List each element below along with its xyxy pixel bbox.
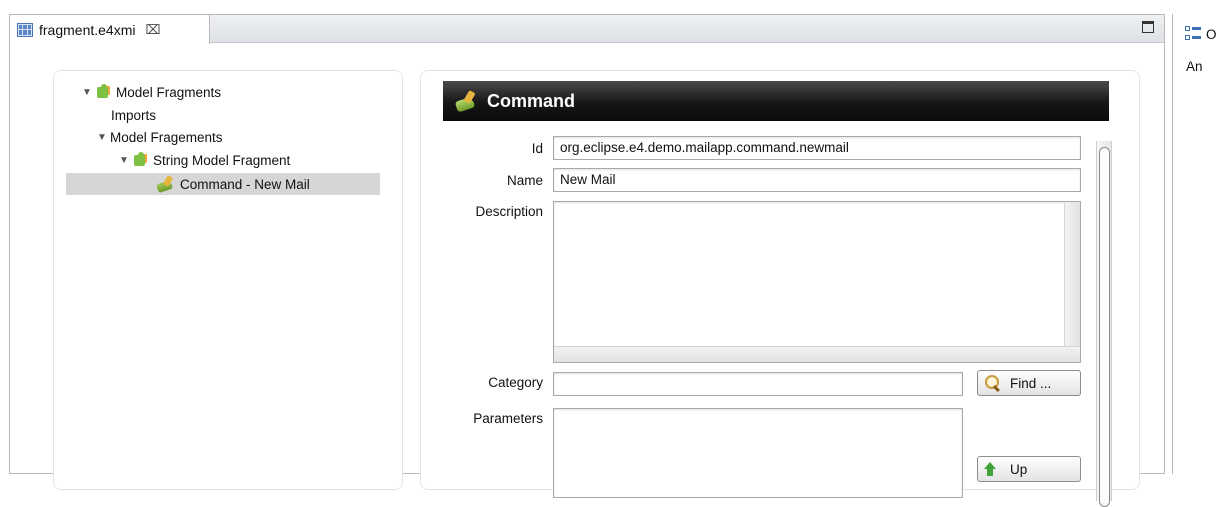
up-arrow-icon [984, 462, 996, 476]
find-button-label: Find ... [1010, 375, 1052, 391]
parameters-label: Parameters [473, 411, 543, 426]
close-tab-icon[interactable]: ⌧ [145, 22, 160, 38]
outline-view: O An [1172, 14, 1219, 474]
outline-message: An [1186, 59, 1203, 74]
maximize-icon[interactable] [1142, 21, 1154, 33]
editor-tab-label: fragment.e4xmi [39, 21, 136, 38]
model-editor-icon [17, 22, 33, 37]
tree-item-model-fragments[interactable]: ▼ Model Fragments [82, 81, 221, 103]
description-horizontal-scrollbar[interactable] [554, 346, 1080, 362]
up-button[interactable]: Up [977, 456, 1081, 482]
tree-item-model-fragements[interactable]: ▼ Model Fragements [97, 126, 223, 148]
editor-tab[interactable]: fragment.e4xmi ⌧ [10, 15, 210, 44]
id-label: Id [531, 141, 543, 156]
editor-tab-strip: fragment.e4xmi ⌧ [10, 15, 1164, 44]
name-label: Name [506, 173, 543, 188]
tree-item-imports[interactable]: Imports [111, 104, 156, 126]
category-label: Category [488, 375, 543, 390]
command-icon [156, 176, 176, 192]
details-header: Command [443, 81, 1109, 121]
outline-view-title[interactable]: O [1206, 27, 1217, 42]
tree-item-label: Imports [111, 107, 157, 123]
details-title: Command [487, 90, 576, 111]
expanded-arrow-icon[interactable]: ▼ [82, 87, 92, 98]
fragment-icon [95, 84, 112, 100]
tree-item-command-new-mail[interactable]: Command - New Mail [66, 173, 380, 195]
editor-area: fragment.e4xmi ⌧ ▼ Model Fragments Impor… [9, 14, 1165, 507]
description-label: Description [475, 204, 543, 219]
command-details-panel: Command Id org.eclipse.e4.demo.mailapp.c… [420, 70, 1140, 507]
description-field[interactable] [553, 201, 1081, 363]
expanded-arrow-icon[interactable]: ▼ [119, 155, 129, 166]
command-icon [455, 90, 479, 112]
tree-item-label: Model Fragements [110, 129, 223, 145]
outline-icon [1185, 26, 1201, 42]
id-field[interactable]: org.eclipse.e4.demo.mailapp.command.newm… [553, 136, 1081, 160]
name-field[interactable]: New Mail [553, 168, 1081, 192]
up-button-label: Up [1010, 461, 1028, 477]
parameters-list[interactable] [553, 408, 963, 498]
fragment-icon [132, 152, 149, 168]
description-vertical-scrollbar[interactable] [1064, 202, 1080, 346]
tree-item-string-model-fragment[interactable]: ▼ String Model Fragment [119, 149, 290, 171]
tree-item-label: Model Fragments [116, 84, 222, 100]
scrollbar-thumb[interactable] [1099, 147, 1110, 507]
details-vertical-scrollbar[interactable] [1096, 141, 1112, 507]
tree-item-label: String Model Fragment [153, 152, 291, 168]
find-button[interactable]: Find ... [977, 370, 1081, 396]
model-tree: ▼ Model Fragments Imports ▼ Model Fragem… [53, 70, 403, 490]
expanded-arrow-icon[interactable]: ▼ [97, 132, 107, 143]
category-field[interactable] [553, 372, 963, 396]
tree-item-label: Command - New Mail [180, 176, 310, 192]
find-magnifier-icon [984, 374, 1002, 392]
